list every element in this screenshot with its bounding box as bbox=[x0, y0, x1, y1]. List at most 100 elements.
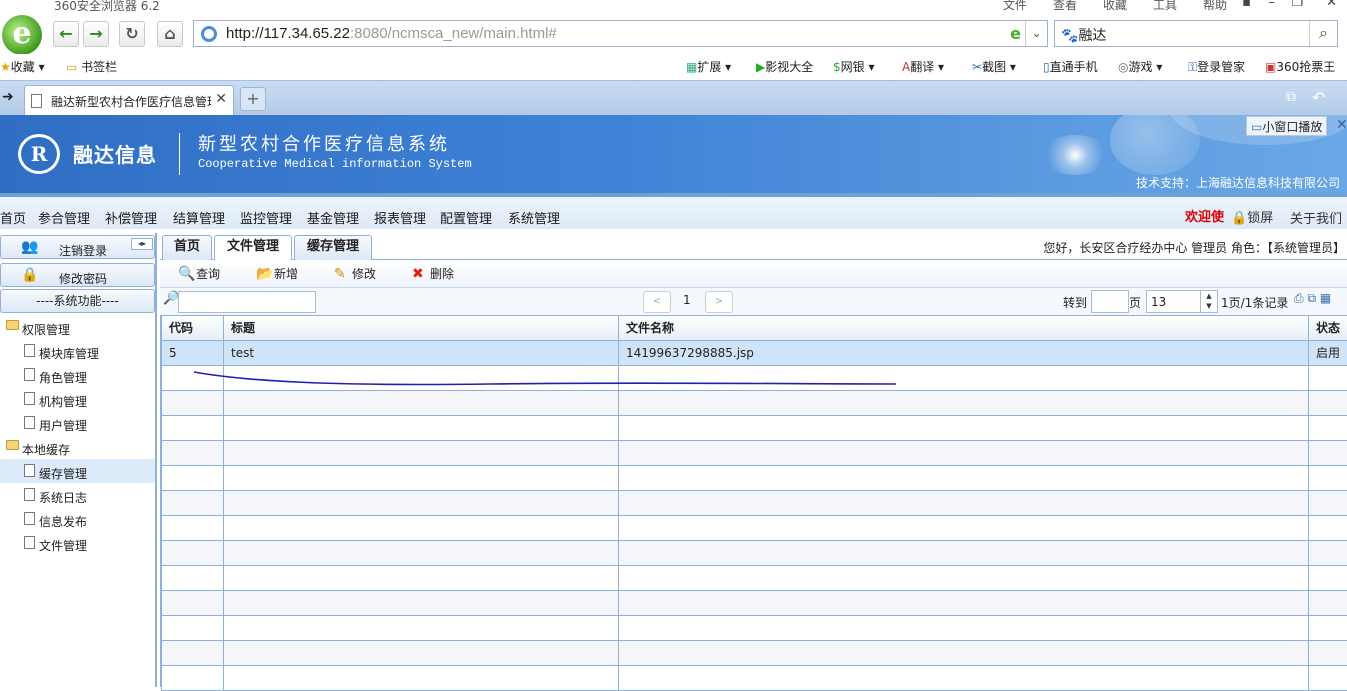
quick-search-input[interactable] bbox=[178, 291, 316, 313]
cell-title: test bbox=[224, 340, 619, 365]
empty-cell bbox=[1309, 640, 1347, 665]
new-tab-button[interactable]: + bbox=[240, 87, 266, 111]
tab-file-management[interactable]: 文件管理 bbox=[214, 235, 292, 261]
cell-status: 启用 bbox=[1309, 340, 1347, 365]
empty-cell bbox=[619, 365, 1309, 390]
menu-monitoring[interactable]: 监控管理 bbox=[240, 208, 292, 227]
empty-cell bbox=[619, 515, 1309, 540]
menu-enrollment[interactable]: 参合管理 bbox=[38, 208, 90, 227]
bookmark-folder[interactable]: ▭ 书签栏 bbox=[66, 58, 117, 75]
empty-table-row bbox=[162, 365, 1347, 390]
table-row[interactable]: 5 test 14199637298885.jsp 启用 bbox=[162, 340, 1347, 365]
tree-folder-local-cache[interactable]: 本地缓存 bbox=[0, 435, 155, 459]
minimize-icon[interactable]: – bbox=[1269, 0, 1276, 10]
page-size-spinner-icon[interactable]: ▲▼ bbox=[1200, 291, 1217, 312]
menu-favorites[interactable]: 收藏 bbox=[1103, 0, 1127, 12]
favorites-menu[interactable]: ★收藏 ▾ bbox=[0, 58, 45, 75]
query-button[interactable]: 🔍查询 bbox=[178, 265, 220, 282]
menu-view[interactable]: 查看 bbox=[1053, 0, 1077, 12]
toolbar-video[interactable]: ▶影视大全 bbox=[756, 58, 813, 75]
mini-window-play-button[interactable]: ▭小窗口播放 bbox=[1246, 116, 1327, 136]
empty-cell bbox=[162, 590, 224, 615]
tree-item-system-log[interactable]: 系统日志 bbox=[0, 483, 155, 507]
change-password-button[interactable]: 🔒 修改密码 bbox=[0, 263, 155, 287]
tree-item-publish[interactable]: 信息发布 bbox=[0, 507, 155, 531]
home-button[interactable]: ⌂ bbox=[157, 21, 183, 47]
column-header-filename[interactable]: 文件名称 bbox=[619, 316, 1309, 340]
toolbar-translate[interactable]: A翻译 ▾ bbox=[902, 58, 944, 75]
search-icon[interactable]: ⌕ bbox=[1309, 21, 1337, 46]
logout-button[interactable]: 👥 注销登录 ◂▸ bbox=[0, 235, 155, 259]
ie-mode-icon[interactable]: e bbox=[1010, 24, 1021, 43]
tree-item-organizations[interactable]: 机构管理 bbox=[0, 387, 155, 411]
about-us-link[interactable]: 关于我们 bbox=[1290, 208, 1342, 227]
toolbar-bank[interactable]: $网银 ▾ bbox=[833, 58, 875, 75]
browser-tab[interactable]: 融达新型农村合作医疗信息管理 ✕ bbox=[24, 85, 234, 116]
restore-icon[interactable]: ❐ bbox=[1291, 0, 1303, 10]
add-button[interactable]: 📂新增 bbox=[256, 265, 298, 282]
next-page-button[interactable]: > bbox=[705, 291, 733, 313]
empty-cell bbox=[162, 390, 224, 415]
tree-item-roles[interactable]: 角色管理 bbox=[0, 363, 155, 387]
close-window-icon[interactable]: ✕ bbox=[1326, 0, 1337, 10]
tree-item-module-library[interactable]: 模块库管理 bbox=[0, 339, 155, 363]
close-mini-play-icon[interactable]: ✕ bbox=[1336, 117, 1347, 133]
menu-home[interactable]: 首页 bbox=[0, 208, 26, 227]
banner-glow bbox=[1040, 135, 1110, 175]
toolbar-games[interactable]: ◎游戏 ▾ bbox=[1118, 58, 1162, 75]
grid-header-row: 代码 标题 文件名称 状态 bbox=[162, 316, 1347, 340]
delete-button[interactable]: ✖删除 bbox=[412, 265, 454, 282]
folder-icon: ▭ bbox=[66, 60, 77, 74]
column-header-status[interactable]: 状态 bbox=[1309, 316, 1347, 340]
skin-icon[interactable]: ▪ bbox=[1242, 0, 1251, 10]
empty-cell bbox=[1309, 590, 1347, 615]
forward-button[interactable]: → bbox=[83, 21, 109, 47]
close-tab-icon[interactable]: ✕ bbox=[215, 91, 227, 107]
tab-arrow-icon[interactable]: ➜ bbox=[2, 89, 14, 105]
prev-page-button[interactable]: < bbox=[643, 291, 671, 313]
menu-file[interactable]: 文件 bbox=[1003, 0, 1027, 12]
menu-config[interactable]: 配置管理 bbox=[440, 208, 492, 227]
toolbar-screenshot[interactable]: ✂截图 ▾ bbox=[972, 58, 1016, 75]
menu-settlement[interactable]: 结算管理 bbox=[173, 208, 225, 227]
menu-system[interactable]: 系统管理 bbox=[508, 208, 560, 227]
sidebar-collapse-icon[interactable]: ◂▸ bbox=[131, 238, 153, 250]
company-logo-icon: R bbox=[18, 134, 60, 174]
toolbar-phone[interactable]: ▯直通手机 bbox=[1043, 58, 1098, 75]
tv-icon: ▭ bbox=[1251, 120, 1262, 134]
undo-close-icon[interactable]: ↶ bbox=[1312, 88, 1325, 107]
tree-item-file-management[interactable]: 文件管理 bbox=[0, 531, 155, 555]
search-engine-icon: 🐾 bbox=[1061, 28, 1078, 44]
empty-cell bbox=[224, 540, 619, 565]
menu-compensation[interactable]: 补偿管理 bbox=[105, 208, 157, 227]
toolbar-extensions[interactable]: ▦扩展 ▾ bbox=[686, 58, 731, 75]
toolbar-login-manager[interactable]: ⚿登录管家 bbox=[1188, 58, 1245, 75]
column-header-code[interactable]: 代码 bbox=[162, 316, 224, 340]
menu-reports[interactable]: 报表管理 bbox=[374, 208, 426, 227]
search-input[interactable]: 🐾融达 bbox=[1061, 25, 1106, 45]
column-header-title[interactable]: 标题 bbox=[224, 316, 619, 340]
users-icon: 👥 bbox=[21, 239, 38, 255]
tree-item-users[interactable]: 用户管理 bbox=[0, 411, 155, 435]
refresh-button[interactable]: ↻ bbox=[119, 21, 145, 47]
tab-cache-management[interactable]: 缓存管理 bbox=[294, 235, 372, 260]
menu-tools[interactable]: 工具 bbox=[1153, 0, 1177, 12]
tree-item-cache-management[interactable]: 缓存管理 bbox=[0, 459, 155, 483]
menu-help[interactable]: 帮助 bbox=[1203, 0, 1227, 12]
tree-folder-permissions[interactable]: 权限管理 bbox=[0, 315, 155, 339]
lock-icon: 🔒 bbox=[1231, 211, 1247, 226]
search-box[interactable]: 🐾融达 ⌕ bbox=[1054, 20, 1338, 47]
lock-screen-button[interactable]: 🔒锁屏 bbox=[1231, 207, 1273, 226]
toolbar-ticket[interactable]: ▣360抢票王 bbox=[1265, 58, 1335, 75]
back-button[interactable]: ← bbox=[53, 21, 79, 47]
tab-home[interactable]: 首页 bbox=[162, 235, 212, 260]
address-dropdown-icon[interactable]: ⌄ bbox=[1025, 21, 1047, 46]
restore-tabs-icon[interactable]: ⧉ bbox=[1286, 89, 1296, 105]
address-bar[interactable]: http://117.34.65.22:8080/ncmsca_new/main… bbox=[193, 20, 1048, 47]
goto-page-input[interactable] bbox=[1091, 290, 1129, 313]
divider bbox=[179, 133, 180, 175]
empty-table-row bbox=[162, 540, 1347, 565]
menu-fund[interactable]: 基金管理 bbox=[307, 208, 359, 227]
edit-button[interactable]: ✎修改 bbox=[334, 265, 376, 282]
export-icons[interactable]: ⎙ ⧉ ▦ bbox=[1294, 291, 1331, 306]
